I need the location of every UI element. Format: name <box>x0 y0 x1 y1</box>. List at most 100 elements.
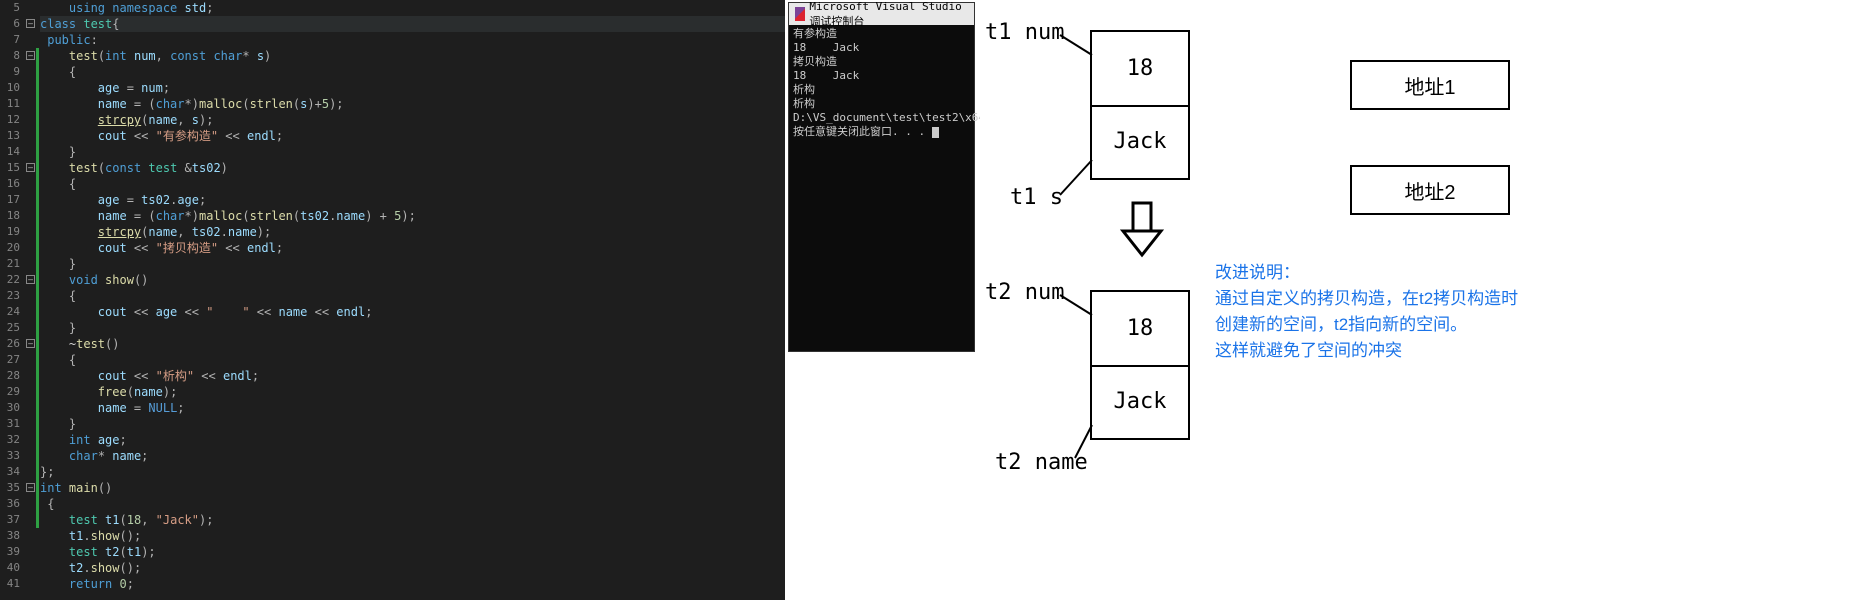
line-number: 7 <box>0 32 20 48</box>
code-line[interactable]: { <box>40 496 785 512</box>
code-editor[interactable]: 5678910111213141516171819202122232425262… <box>0 0 785 600</box>
code-line[interactable]: test t2(t1); <box>40 544 785 560</box>
line-number: 37 <box>0 512 20 528</box>
fold-toggle-icon[interactable]: – <box>26 275 35 284</box>
code-line[interactable]: test(int num, const char* s) <box>40 48 785 64</box>
line-number: 39 <box>0 544 20 560</box>
debug-console-window[interactable]: Microsoft Visual Studio 调试控制台 有参构造18 Jac… <box>788 2 975 352</box>
line-number: 11 <box>0 96 20 112</box>
code-line[interactable]: free(name); <box>40 384 785 400</box>
code-line[interactable]: test t1(18, "Jack"); <box>40 512 785 528</box>
code-line[interactable]: cout << age << " " << name << endl; <box>40 304 785 320</box>
line-number: 6 <box>0 16 20 32</box>
code-line[interactable]: age = num; <box>40 80 785 96</box>
code-line[interactable]: } <box>40 256 785 272</box>
console-line: 有参构造 <box>793 27 970 41</box>
code-line[interactable]: test(const test &ts02) <box>40 160 785 176</box>
line-number: 17 <box>0 192 20 208</box>
line-number: 15 <box>0 160 20 176</box>
code-area[interactable]: using namespace std;class test{ public: … <box>40 0 785 592</box>
fold-toggle-icon[interactable]: – <box>26 339 35 348</box>
fold-toggle-icon[interactable]: – <box>26 51 35 60</box>
code-line[interactable]: ~test() <box>40 336 785 352</box>
vs-logo-icon <box>795 7 805 21</box>
line-number: 10 <box>0 80 20 96</box>
line-number: 24 <box>0 304 20 320</box>
line-number: 40 <box>0 560 20 576</box>
code-line[interactable]: void show() <box>40 272 785 288</box>
code-line[interactable]: cout << "析构" << endl; <box>40 368 785 384</box>
line-number: 27 <box>0 352 20 368</box>
note-line: 创建新的空间，t2指向新的空间。 <box>1215 312 1518 338</box>
console-line: 析构 <box>793 97 970 111</box>
code-line[interactable]: } <box>40 320 785 336</box>
console-title-text: Microsoft Visual Studio 调试控制台 <box>809 0 968 29</box>
code-line[interactable]: { <box>40 64 785 80</box>
console-line: 18 Jack <box>793 69 970 83</box>
line-number: 22 <box>0 272 20 288</box>
code-line[interactable]: return 0; <box>40 576 785 592</box>
line-number: 19 <box>0 224 20 240</box>
line-number: 34 <box>0 464 20 480</box>
code-line[interactable]: }; <box>40 464 785 480</box>
line-number: 28 <box>0 368 20 384</box>
line-number: 29 <box>0 384 20 400</box>
code-line[interactable]: using namespace std; <box>40 0 785 16</box>
code-line[interactable]: class test{ <box>40 16 785 32</box>
code-line[interactable]: { <box>40 352 785 368</box>
line-number: 33 <box>0 448 20 464</box>
console-line: 拷贝构造 <box>793 55 970 69</box>
addr1-box: 地址1 <box>1350 60 1510 110</box>
line-number: 20 <box>0 240 20 256</box>
console-output: 有参构造18 Jack拷贝构造18 Jack析构析构D:\VS_document… <box>789 25 974 141</box>
line-number: 30 <box>0 400 20 416</box>
improvement-note: 改进说明：通过自定义的拷贝构造，在t2拷贝构造时创建新的空间，t2指向新的空间。… <box>1215 260 1518 364</box>
arrow-down-icon <box>1115 200 1170 260</box>
fold-toggle-icon[interactable]: – <box>26 163 35 172</box>
code-line[interactable]: name = NULL; <box>40 400 785 416</box>
console-titlebar[interactable]: Microsoft Visual Studio 调试控制台 <box>789 3 974 25</box>
console-line: 按任意键关闭此窗口. . . <box>793 125 970 139</box>
code-line[interactable]: { <box>40 176 785 192</box>
code-line[interactable]: name = (char*)malloc(strlen(ts02.name) +… <box>40 208 785 224</box>
t2-pointer-lines <box>980 260 1200 480</box>
line-number: 41 <box>0 576 20 592</box>
line-number: 26 <box>0 336 20 352</box>
cursor-icon <box>932 127 939 138</box>
line-number: 25 <box>0 320 20 336</box>
code-line[interactable]: } <box>40 416 785 432</box>
line-number: 23 <box>0 288 20 304</box>
code-line[interactable]: { <box>40 288 785 304</box>
line-number: 21 <box>0 256 20 272</box>
t1-pointer-lines <box>980 0 1200 220</box>
note-line: 改进说明： <box>1215 260 1518 286</box>
code-line[interactable]: cout << "有参构造" << endl; <box>40 128 785 144</box>
line-number: 12 <box>0 112 20 128</box>
line-number: 32 <box>0 432 20 448</box>
line-number: 14 <box>0 144 20 160</box>
console-line: 析构 <box>793 83 970 97</box>
code-line[interactable]: t1.show(); <box>40 528 785 544</box>
code-line[interactable]: name = (char*)malloc(strlen(s)+5); <box>40 96 785 112</box>
line-number: 31 <box>0 416 20 432</box>
code-line[interactable]: t2.show(); <box>40 560 785 576</box>
code-line[interactable]: cout << "拷贝构造" << endl; <box>40 240 785 256</box>
change-marker <box>36 48 39 528</box>
note-line: 这样就避免了空间的冲突 <box>1215 338 1518 364</box>
line-number: 9 <box>0 64 20 80</box>
code-line[interactable]: } <box>40 144 785 160</box>
code-line[interactable]: public: <box>40 32 785 48</box>
console-line: 18 Jack <box>793 41 970 55</box>
fold-toggle-icon[interactable]: – <box>26 483 35 492</box>
code-line[interactable]: age = ts02.age; <box>40 192 785 208</box>
line-number: 16 <box>0 176 20 192</box>
code-line[interactable]: int age; <box>40 432 785 448</box>
line-number: 8 <box>0 48 20 64</box>
code-line[interactable]: strcpy(name, s); <box>40 112 785 128</box>
code-line[interactable]: int main() <box>40 480 785 496</box>
line-number: 5 <box>0 0 20 16</box>
fold-toggle-icon[interactable]: – <box>26 19 35 28</box>
code-line[interactable]: strcpy(name, ts02.name); <box>40 224 785 240</box>
code-line[interactable]: char* name; <box>40 448 785 464</box>
line-number: 18 <box>0 208 20 224</box>
